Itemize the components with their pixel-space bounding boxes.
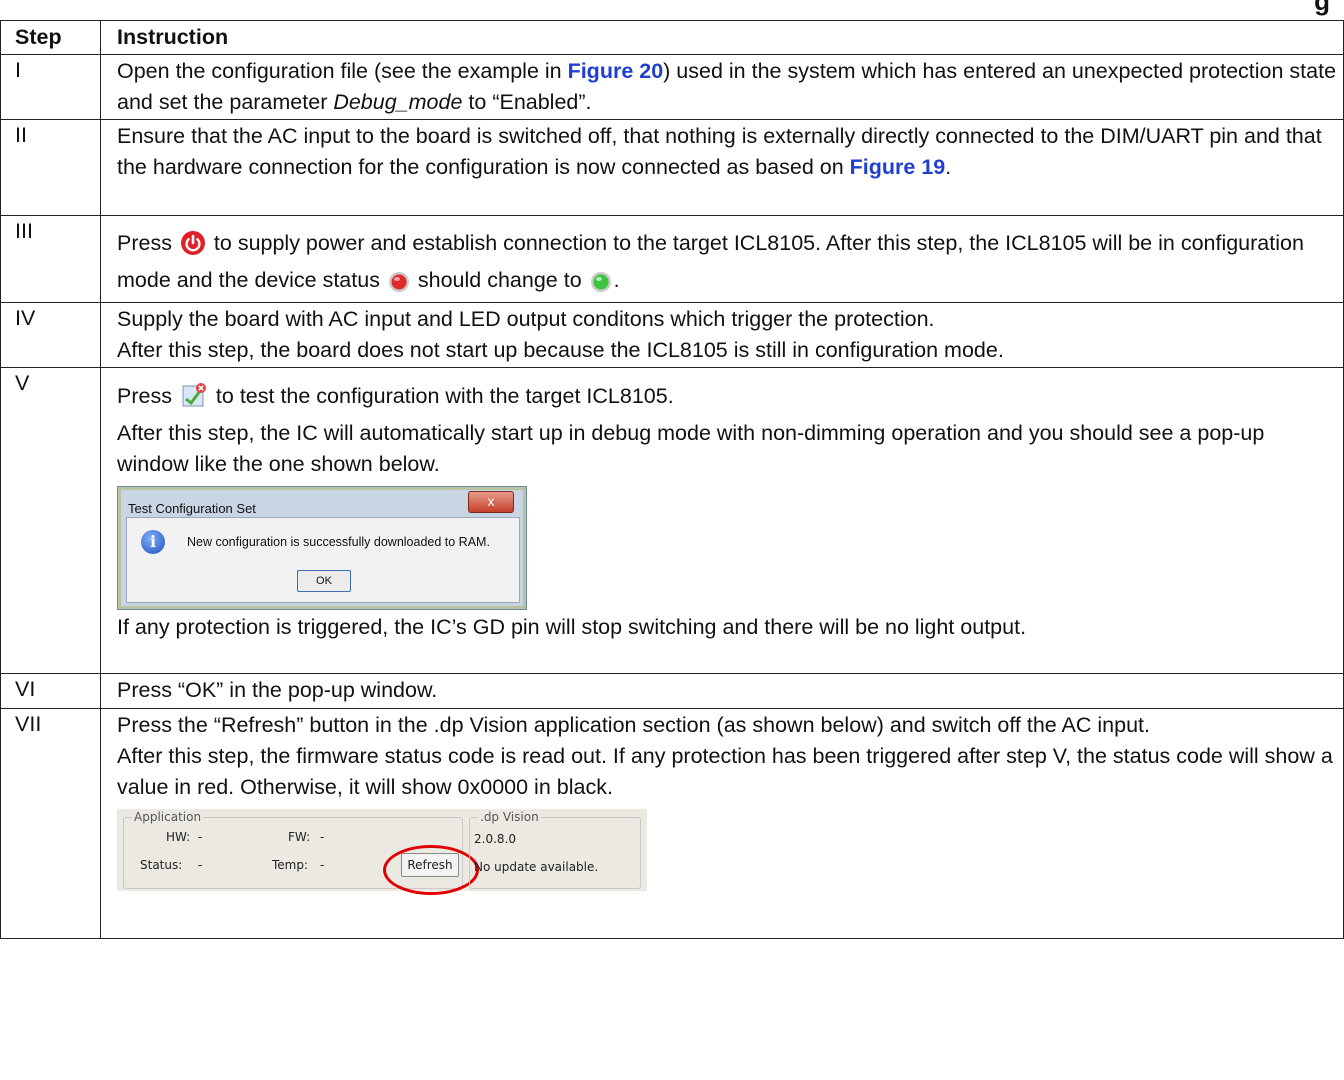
info-icon: i [141,530,165,554]
page-heading-fragment: g [1314,0,1330,16]
highlight-circle [383,845,479,895]
table-row: IV Supply the board with AC input and LE… [0,302,1344,368]
application-panel: Application HW: - FW: - Status: - Temp: … [117,809,647,895]
parameter-name: Debug_mode [333,90,463,114]
status-label: Status: [140,858,183,872]
step-number: V [0,367,101,674]
instruction-paragraph: Press to test the configuration with the… [117,381,1339,418]
dp-vision-legend: .dp Vision [478,810,541,824]
instruction-paragraph: Press “OK” in the pop-up window. [117,678,438,702]
instruction-paragraph: Press the “Refresh” button in the .dp Vi… [117,713,1150,737]
instruction-paragraph: After this step, the board does not star… [117,338,1004,362]
dp-vision-group: .dp Vision 2.0.8.0 No update available. [469,810,641,889]
ok-button[interactable]: OK [297,570,351,592]
step-instruction: Press the “Refresh” button in the .dp Vi… [100,708,1344,939]
red-status-led-icon [388,271,410,302]
green-status-led-icon [590,271,612,302]
table-row: II Ensure that the AC input to the board… [0,119,1344,216]
step-instruction: Press “OK” in the pop-up window. [100,673,1344,709]
step-number: III [0,215,101,303]
instruction-text: to test the configuration with the targe… [209,384,674,408]
step-instruction: Supply the board with AC input and LED o… [100,302,1344,368]
step-number: VI [0,673,101,709]
instruction-paragraph: After this step, the IC will automatical… [117,421,1265,476]
temp-value: - [320,858,325,872]
power-button-icon [180,230,206,265]
close-icon[interactable]: x [468,491,514,513]
instruction-text: . [613,268,620,292]
step-instruction: Open the configuration file (see the exa… [100,54,1344,120]
table-header-row: Step Instruction [0,20,1344,55]
header-step: Step [0,20,101,55]
table-row: V Press to test the configuration with t… [0,367,1344,674]
step-instruction: Ensure that the AC input to the board is… [100,119,1344,216]
step-number: IV [0,302,101,368]
instruction-text: to “Enabled”. [462,90,592,114]
fw-value: - [320,830,325,844]
header-instruction: Instruction [100,20,1344,55]
step-number: I [0,54,101,120]
hw-value: - [198,830,203,844]
test-configuration-icon [180,381,208,418]
fw-label: FW: [288,830,311,844]
instruction-paragraph: After this step, the firmware status cod… [117,744,1333,799]
status-value: - [198,858,203,872]
version-text: 2.0.8.0 [474,832,516,846]
instruction-text: Open the configuration file (see the exa… [117,59,568,83]
instruction-text: to supply power and establish connection… [117,231,1304,292]
test-configuration-dialog: Test Configuration Set x i New configura… [117,486,527,610]
figure-link[interactable]: Figure 19 [850,155,946,179]
table-row: I Open the configuration file (see the e… [0,54,1344,120]
application-legend: Application [132,810,204,824]
figure-link[interactable]: Figure 20 [568,59,664,83]
step-number: VII [0,708,101,939]
table-row: III Press to supply power and establish … [0,215,1344,303]
step-instruction: Press to test the configuration with the… [100,367,1344,674]
update-status-text: No update available. [474,860,599,874]
table-row: VII Press the “Refresh” button in the .d… [0,708,1344,939]
instruction-table: Step Instruction I Open the configuratio… [0,20,1344,939]
instruction-paragraph: Supply the board with AC input and LED o… [117,307,935,331]
table-row: VI Press “OK” in the pop-up window. [0,673,1344,709]
instruction-text: Ensure that the AC input to the board is… [117,124,1322,179]
dialog-message: New configuration is successfully downlo… [187,535,490,549]
instruction-text: should change to [411,268,588,292]
temp-label: Temp: [272,858,309,872]
hw-label: HW: [166,830,191,844]
instruction-text: . [945,155,952,179]
step-number: II [0,119,101,216]
instruction-text: Press [117,231,178,255]
dialog-body: i New configuration is successfully down… [126,517,520,603]
step-instruction: Press to supply power and establish conn… [100,215,1344,303]
instruction-text: Press [117,384,178,408]
instruction-paragraph: If any protection is triggered, the IC’s… [117,615,1027,639]
page-top-strip: g [0,0,1344,20]
